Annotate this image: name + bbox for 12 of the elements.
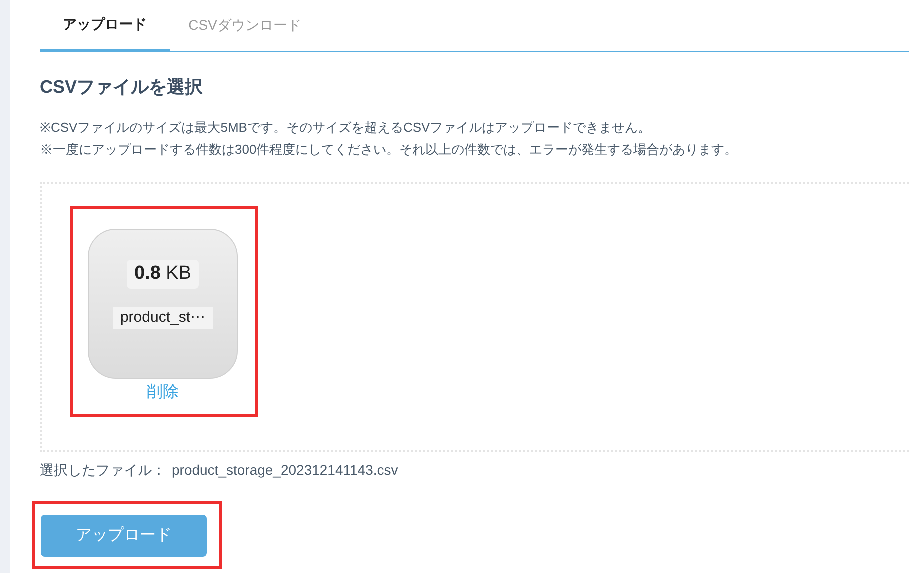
file-size: 0.8 KB [127,260,199,288]
note-text: ※一度にアップロードする件数は300件程度にしてください。それ以上の件数では、エラーが発生する場合があります。 [40,141,739,159]
note-text: ※CSVファイルのサイズは最大5MBです。そのサイズを超えるCSVファイルはアップロードできません。 [40,119,652,137]
remove-link[interactable]: 削除 [88,381,238,405]
file-name: product_st⋯ [113,306,213,329]
tab[interactable]: アップロード [40,0,170,52]
selected-file-name: product_storage_202312141143.csv [172,461,398,480]
upload-button[interactable]: アップロード [41,515,207,557]
selected-file-label: 選択したファイル： [40,461,166,480]
tab[interactable]: CSVダウンロード [170,0,320,51]
section-heading: CSVファイルを選択 [40,76,204,99]
drop-zone[interactable]: 0.8 KB product_st⋯ 削除 [40,182,909,452]
